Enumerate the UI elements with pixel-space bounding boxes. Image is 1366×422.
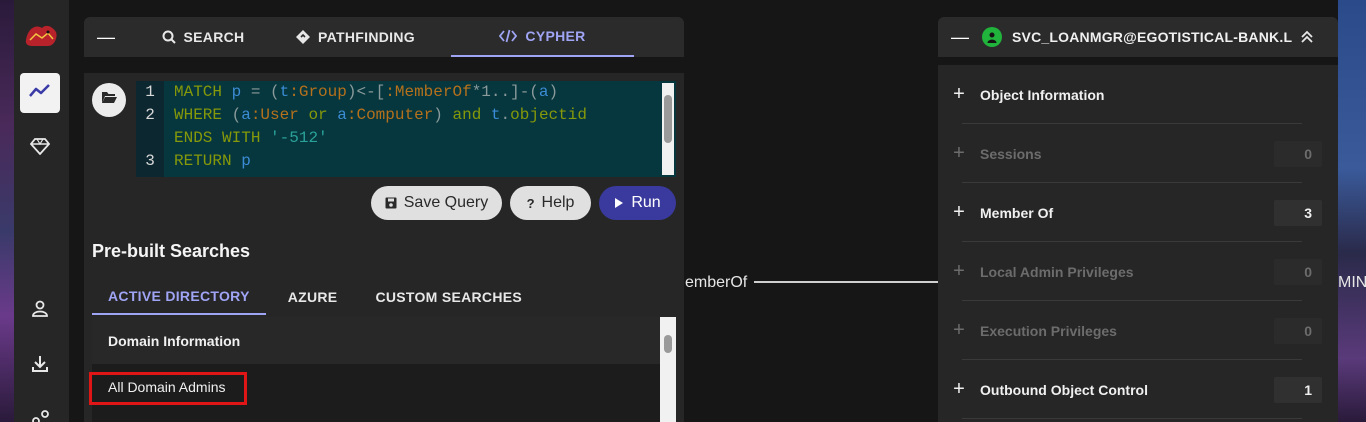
download-icon <box>31 355 49 378</box>
section-label: Sessions <box>980 145 1042 162</box>
code-line: ENDS WITH '-512' <box>174 129 328 147</box>
tab-pathfinding[interactable]: PATHFINDING <box>278 17 433 57</box>
help-label: Help <box>541 194 575 211</box>
count-badge: 0 <box>1274 258 1322 285</box>
expand-icon: + <box>953 142 965 164</box>
chevron-up-icon[interactable] <box>1300 30 1314 44</box>
user-button[interactable] <box>20 290 60 330</box>
section-sessions[interactable]: + Sessions 0 <box>938 124 1338 183</box>
desktop-wallpaper-right <box>1338 0 1366 422</box>
nav-rail <box>14 0 69 422</box>
collapse-panel-button[interactable]: — <box>84 27 128 48</box>
expand-icon: + <box>953 201 965 223</box>
graph-analysis-button[interactable] <box>20 73 60 113</box>
cypher-body: 1 2 3 MATCH p = (t:Group)<-[:MemberOf*1.… <box>84 73 684 422</box>
tab-search-label: SEARCH <box>183 29 245 45</box>
search-panel: — SEARCH PATHFINDING CYPHER 1 2 3 MATCH … <box>84 17 684 422</box>
line-number: 2 <box>145 106 155 124</box>
desktop-wallpaper-left <box>0 0 14 422</box>
expand-icon: + <box>953 378 965 400</box>
bloodhound-logo-icon <box>22 18 60 52</box>
section-label: Object Information <box>980 86 1105 103</box>
tab-active-directory[interactable]: ACTIVE DIRECTORY <box>92 279 266 315</box>
query-list-scrollbar-thumb[interactable] <box>664 335 672 353</box>
section-execution-privileges[interactable]: + Execution Privileges 0 <box>938 301 1338 360</box>
diamond-icon <box>29 137 51 160</box>
highlight-box <box>89 372 247 405</box>
count-badge: 0 <box>1274 140 1322 167</box>
tab-cypher-label: CYPHER <box>525 28 586 44</box>
editor-scrollbar-thumb[interactable] <box>664 95 672 143</box>
node-name: SVC_LOANMGR@EGOTISTICAL-BANK.L... <box>1012 29 1292 45</box>
section-label: Execution Privileges <box>980 322 1117 339</box>
folder-open-icon <box>101 91 117 109</box>
line-number: 3 <box>145 152 155 170</box>
code-line: WHERE (a:User or a:Computer) and t.objec… <box>174 106 587 124</box>
trend-line-icon <box>29 83 51 104</box>
nodes-icon <box>31 409 49 422</box>
section-object-information[interactable]: + Object Information <box>938 65 1338 124</box>
tab-cypher[interactable]: CYPHER <box>451 17 634 57</box>
prebuilt-query-list: Domain Information All Domain Admins <box>89 317 660 422</box>
person-icon <box>31 299 49 322</box>
graph-edge[interactable] <box>754 281 940 283</box>
tab-search[interactable]: SEARCH <box>128 17 278 57</box>
section-label: Outbound Object Control <box>980 381 1148 398</box>
search-tabs: — SEARCH PATHFINDING CYPHER <box>84 17 684 57</box>
prebuilt-tabs: ACTIVE DIRECTORY AZURE CUSTOM SEARCHES <box>92 279 538 315</box>
code-icon <box>499 29 518 43</box>
download-button[interactable] <box>20 346 60 386</box>
section-local-admin-privileges[interactable]: + Local Admin Privileges 0 <box>938 242 1338 301</box>
section-label: Member Of <box>980 204 1054 221</box>
prebuilt-searches-title: Pre-built Searches <box>92 241 251 261</box>
tab-custom-searches[interactable]: CUSTOM SEARCHES <box>359 279 538 315</box>
open-queries-button[interactable] <box>92 83 126 117</box>
pathfinding-icon <box>296 30 311 44</box>
run-button[interactable]: Run <box>599 186 676 220</box>
cypher-query-editor[interactable]: 1 2 3 MATCH p = (t:Group)<-[:MemberOf*1.… <box>136 81 676 177</box>
bloodhound-window: emberOf MIN — SEARCH PATHFINDING CYPHER … <box>0 0 1366 422</box>
count-badge: 1 <box>1274 376 1322 403</box>
expand-icon: + <box>953 319 965 341</box>
graph-edge-label: emberOf <box>685 274 748 291</box>
section-label: Local Admin Privileges <box>980 263 1134 280</box>
query-list-scrollbar[interactable] <box>660 317 676 422</box>
search-icon <box>162 30 176 44</box>
question-icon: ? <box>526 195 535 211</box>
line-number: 1 <box>145 83 155 101</box>
graph-node-label: MIN <box>1338 274 1366 291</box>
save-query-button[interactable]: Save Query <box>371 186 502 220</box>
code-line: MATCH p = (t:Group)<-[:MemberOf*1..]-(a) <box>174 83 559 101</box>
tab-pathfinding-label: PATHFINDING <box>318 29 415 45</box>
settings-button[interactable] <box>20 400 60 422</box>
user-node-icon <box>982 27 1002 47</box>
collapse-node-panel-button[interactable]: — <box>938 27 982 48</box>
expand-icon: + <box>953 83 965 105</box>
node-info-body: + Object Information + Sessions 0 + Memb… <box>938 65 1338 422</box>
attack-paths-button[interactable] <box>20 128 60 168</box>
count-badge: 3 <box>1274 199 1322 226</box>
section-domain-information: Domain Information <box>92 317 660 364</box>
code-line: RETURN p <box>174 152 251 170</box>
section-outbound-object-control[interactable]: + Outbound Object Control 1 <box>938 360 1338 419</box>
run-label: Run <box>631 194 661 211</box>
save-query-label: Save Query <box>403 194 489 211</box>
count-badge: 0 <box>1274 317 1322 344</box>
save-icon <box>385 197 397 209</box>
node-info-header: — SVC_LOANMGR@EGOTISTICAL-BANK.L... <box>938 17 1338 57</box>
help-button[interactable]: ? Help <box>510 186 591 220</box>
tab-azure[interactable]: AZURE <box>266 279 360 315</box>
expand-icon: + <box>953 260 965 282</box>
play-icon <box>614 197 624 209</box>
divider <box>962 418 1302 419</box>
section-member-of[interactable]: + Member Of 3 <box>938 183 1338 242</box>
